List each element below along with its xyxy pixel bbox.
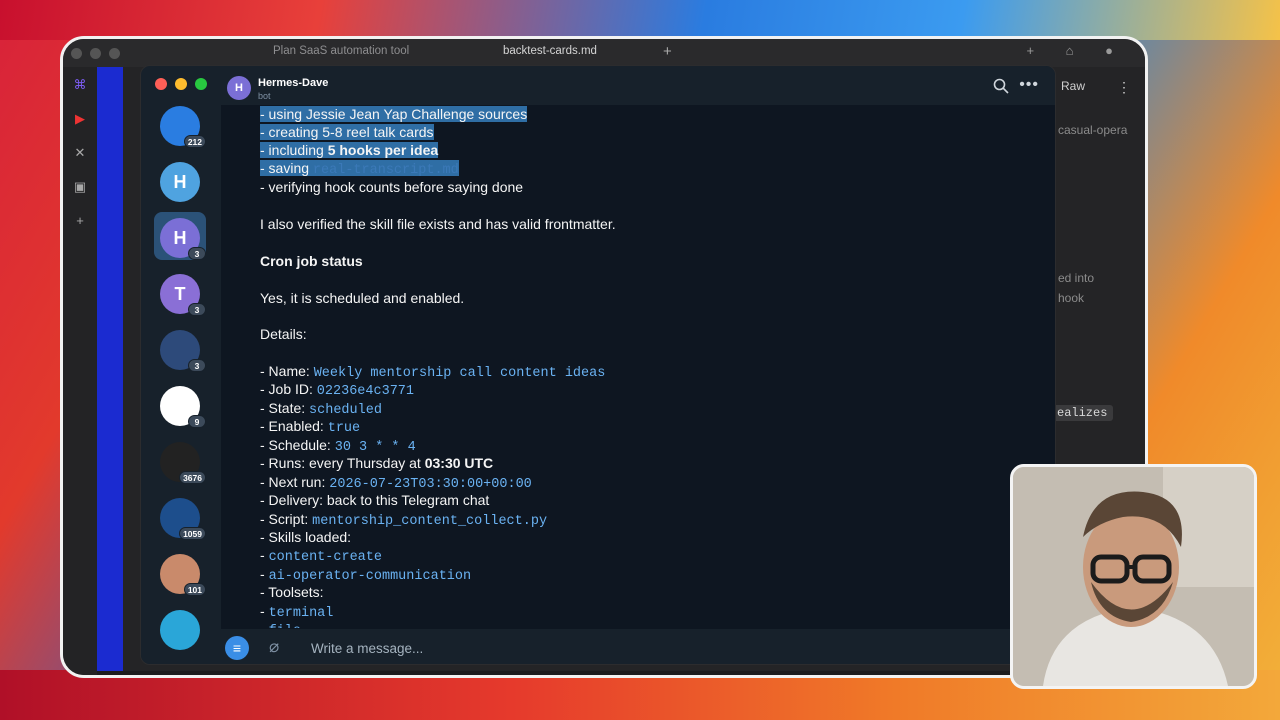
editor-text: casual-opera: [1058, 123, 1128, 137]
desktop-wallpaper-top: [0, 0, 1280, 40]
code-value: scheduled: [309, 403, 382, 418]
chat-avatar[interactable]: 3676: [160, 442, 206, 484]
chat-avatar-letter: H: [173, 171, 187, 192]
code-value: content-create: [268, 550, 382, 565]
field-label: - Job ID:: [260, 381, 317, 397]
telegram-window: 212 H H 3 T 3 3 9 3676 1059 101 H Hermes-Dave bot …: [140, 65, 1056, 665]
bold-text: 5 hooks per idea: [327, 142, 439, 158]
field-label: - Delivery: back to this Telegram chat: [260, 492, 490, 508]
code-value: ai-operator-communication: [268, 569, 472, 584]
editor-text: hook: [1058, 291, 1085, 305]
window-dot[interactable]: [71, 47, 82, 59]
chat-title[interactable]: Hermes-Dave: [258, 77, 328, 89]
chat-avatar-letter: H: [173, 227, 187, 248]
message-line: - saving: [260, 160, 313, 176]
minimize-window-button[interactable]: [175, 78, 187, 90]
bold-text: 03:30 UTC: [424, 455, 494, 471]
raw-button[interactable]: Raw: [1061, 79, 1085, 93]
editor-text: ed into: [1058, 271, 1095, 285]
message-paragraph: Yes, it is scheduled and enabled.: [260, 290, 465, 306]
chat-avatar[interactable]: 212: [160, 106, 206, 148]
close-icon[interactable]: ✕: [75, 145, 86, 161]
chat-avatar[interactable]: H3: [160, 218, 206, 260]
chat-avatar[interactable]: 1059: [160, 498, 206, 540]
editor-sidebar: [97, 67, 123, 671]
field-label: - Script:: [260, 511, 313, 527]
chat-avatar[interactable]: 9: [160, 386, 206, 428]
chat-avatar[interactable]: [160, 610, 200, 650]
chat-header: H Hermes-Dave bot •••: [221, 66, 1055, 106]
unread-badge: 9: [188, 415, 206, 428]
field-label: - Toolsets:: [260, 584, 324, 600]
chat-avatar[interactable]: T3: [160, 274, 206, 316]
message-line: - verifying hook counts before saying do…: [260, 179, 524, 195]
field-label: - Schedule:: [260, 437, 335, 453]
field-label: - Enabled:: [260, 418, 328, 434]
message-composer: ≡ ⌀ Write a message...: [221, 628, 1055, 664]
field-label: - Skills loaded:: [260, 529, 352, 545]
code-value: Weekly mentorship call content ideas: [313, 366, 606, 381]
message-line: - creating 5-8 reel talk cards: [260, 124, 434, 140]
message-line: - including: [260, 142, 328, 158]
chat-avatar-letter: T: [174, 283, 186, 304]
code-value: 30 3 * * 4: [334, 440, 416, 455]
traffic-lights: [155, 78, 207, 90]
close-window-button[interactable]: [155, 78, 167, 90]
notion-icon[interactable]: ▣: [74, 179, 86, 195]
avatar[interactable]: H: [227, 76, 251, 100]
code-value: true: [327, 421, 361, 436]
search-icon[interactable]: [993, 78, 1009, 94]
code-value: 02236e4c3771: [316, 384, 415, 399]
unread-badge: 3: [188, 359, 206, 372]
zoom-window-button[interactable]: [195, 78, 207, 90]
window-dot[interactable]: [109, 47, 120, 59]
chat-avatar[interactable]: 101: [160, 554, 206, 596]
menu-icon[interactable]: ≡: [225, 636, 249, 660]
unread-badge: 212: [183, 135, 206, 148]
chat-avatar[interactable]: 3: [160, 330, 206, 372]
message-label: Details:: [260, 326, 307, 342]
webcam-person-illustration: [1013, 467, 1254, 686]
youtube-icon[interactable]: ▶: [75, 111, 85, 127]
message-line: - using Jessie Jean Yap Challenge source…: [260, 106, 528, 122]
message-paragraph: I also verified the skill file exists an…: [260, 216, 616, 232]
more-icon[interactable]: ⋮: [1117, 79, 1131, 96]
chat-list: 212 H H 3 T 3 3 9 3676 1059 101: [141, 102, 221, 664]
browser-side-rail: ⌘ ▶ ✕ ▣ +: [63, 67, 97, 675]
unread-badge: 1059: [179, 527, 206, 540]
chat-subtitle: bot: [258, 91, 271, 101]
message-area: - using Jessie Jean Yap Challenge source…: [221, 106, 1055, 634]
message-input[interactable]: Write a message...: [311, 641, 423, 656]
attach-icon[interactable]: ⌀: [269, 637, 279, 657]
editor-code-pill: ealizes: [1051, 405, 1114, 421]
app-icon[interactable]: ⌘: [74, 77, 87, 93]
new-tab-icon[interactable]: +: [663, 43, 672, 60]
window-dot[interactable]: [90, 47, 101, 59]
browser-toolbar-icons[interactable]: + ⌂ ●: [1026, 43, 1127, 58]
field-label: - State:: [260, 400, 310, 416]
field-label: - Runs: every Thursday at: [260, 455, 425, 471]
add-icon[interactable]: +: [76, 213, 84, 228]
field-label: - Next run:: [260, 474, 330, 490]
unread-badge: 3: [188, 247, 206, 260]
tab-plan-saas[interactable]: Plan SaaS automation tool: [273, 45, 409, 57]
code-value: 2026-07-23T03:30:00+00:00: [329, 477, 532, 492]
code-filename: real-transcript.md: [312, 163, 459, 178]
unread-badge: 3: [188, 303, 206, 316]
field-label: - Name:: [260, 363, 314, 379]
more-options-icon[interactable]: •••: [1019, 76, 1039, 94]
browser-tab-bar: Plan SaaS automation tool backtest-cards…: [63, 39, 1145, 67]
webcam-overlay: [1010, 464, 1257, 689]
chat-avatar[interactable]: H: [160, 162, 200, 202]
code-value: mentorship_content_collect.py: [312, 514, 548, 529]
unread-badge: 101: [183, 583, 206, 596]
section-heading: Cron job status: [260, 253, 363, 269]
code-value: terminal: [268, 606, 334, 621]
unread-badge: 3676: [179, 471, 206, 484]
tab-backtest-cards[interactable]: backtest-cards.md: [503, 45, 597, 57]
